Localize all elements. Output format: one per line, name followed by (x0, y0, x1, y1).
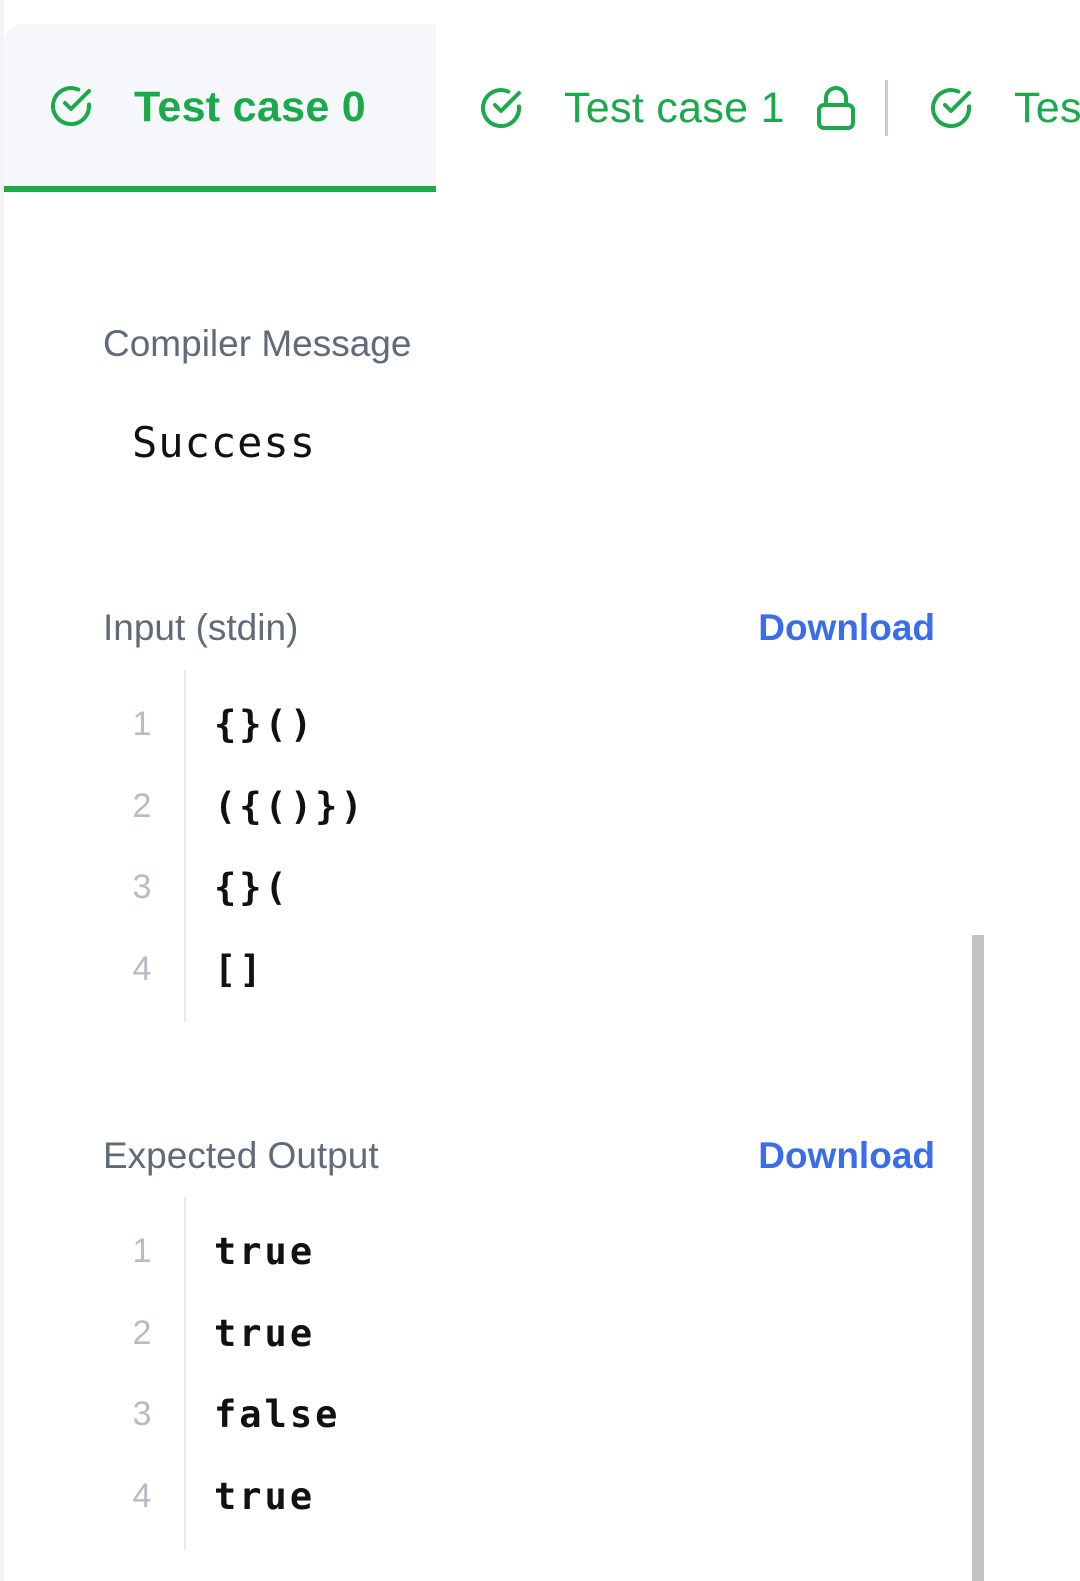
code-line-text: {}( (214, 866, 290, 910)
line-number: 2 (132, 786, 152, 825)
line-number: 4 (132, 949, 152, 988)
compiler-message-value: Success (132, 418, 317, 467)
check-circle-icon (48, 83, 94, 129)
tab-label: Test case 0 (134, 83, 366, 131)
check-circle-icon (478, 85, 524, 131)
code-line-text: true (214, 1230, 316, 1274)
tab-test-case-2[interactable]: Tes (928, 80, 1080, 136)
line-number: 1 (132, 1232, 152, 1271)
left-edge-strip (0, 0, 4, 1581)
line-number: 3 (132, 1395, 152, 1434)
code-line: 2 ({()}) (100, 766, 935, 848)
code-line-text: true (214, 1474, 316, 1518)
code-line: 3 {}( (100, 847, 935, 929)
code-line: 1 {}() (100, 684, 935, 766)
input-label: Input (stdin) (103, 607, 299, 648)
code-line: 4 [] (100, 929, 935, 1011)
line-number: 2 (132, 1313, 152, 1352)
code-line-text: {}() (214, 703, 316, 747)
tab-divider (885, 80, 888, 136)
line-number: 3 (132, 868, 152, 907)
tab-label: Test case 1 (564, 83, 785, 132)
code-line-text: [] (214, 947, 265, 991)
line-number: 4 (132, 1476, 152, 1515)
tab-test-case-1[interactable]: Test case 1 (478, 80, 857, 136)
tab-label: Tes (1014, 83, 1080, 132)
compiler-message-label: Compiler Message (103, 323, 412, 364)
vertical-scrollbar[interactable] (972, 935, 984, 1581)
code-line: 4 true (100, 1456, 935, 1538)
code-line-text: ({()}) (214, 784, 366, 828)
code-line: 2 true (100, 1293, 935, 1375)
line-number: 1 (132, 705, 152, 744)
input-code-block: 1 {}() 2 ({()}) 3 {}( 4 [] (100, 670, 935, 1022)
code-line-text: true (214, 1311, 316, 1355)
active-tab-indicator (4, 186, 436, 192)
expected-output-label: Expected Output (103, 1135, 379, 1176)
lock-icon (815, 85, 857, 131)
expected-output-code-block: 1 true 2 true 3 false 4 true (100, 1197, 935, 1549)
tab-test-case-0[interactable]: Test case 0 (4, 24, 436, 192)
code-line-text: false (214, 1393, 341, 1437)
code-line: 1 true (100, 1211, 935, 1293)
code-line: 3 false (100, 1374, 935, 1456)
input-download-link[interactable]: Download (758, 607, 935, 649)
expected-output-download-link[interactable]: Download (758, 1135, 935, 1177)
check-circle-icon (928, 85, 974, 131)
